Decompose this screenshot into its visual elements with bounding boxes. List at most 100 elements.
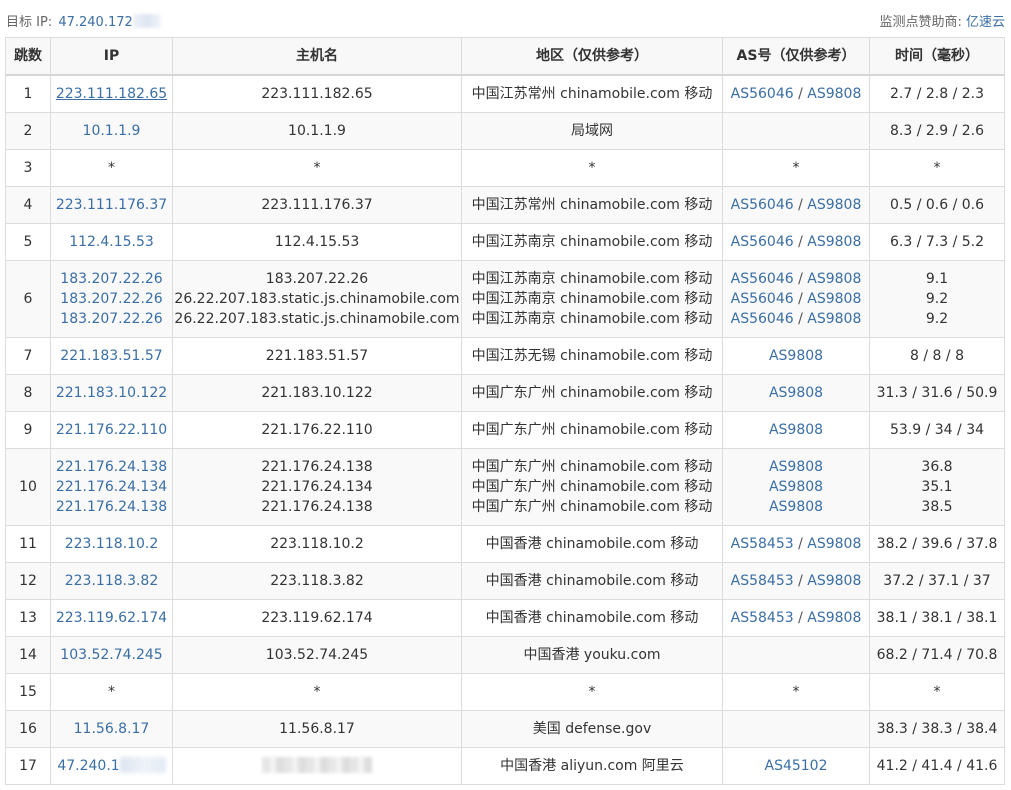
- hostname-text: 223.111.176.37: [261, 196, 373, 213]
- as-link[interactable]: AS9808: [807, 610, 861, 626]
- time-value: 38.1 / 38.1 / 38.1: [876, 609, 998, 626]
- as-cell: AS56046 / AS9808: [722, 74, 870, 113]
- ip-link[interactable]: 183.207.22.26: [60, 271, 162, 287]
- as-link[interactable]: AS45102: [765, 758, 828, 774]
- as-line: [724, 121, 869, 141]
- as-link[interactable]: AS9808: [807, 573, 861, 589]
- time-value: 38.2 / 39.6 / 37.8: [876, 535, 998, 552]
- target-ip-value: 47.240.172: [58, 15, 133, 30]
- ip-link[interactable]: 11.56.8.17: [74, 721, 150, 737]
- hostname-text: 223.118.3.82: [270, 572, 364, 589]
- region-cell: 中国香港 chinamobile.com 移动: [461, 524, 723, 563]
- as-line: AS9808: [724, 457, 869, 477]
- as-link[interactable]: AS9808: [769, 385, 823, 401]
- as-link[interactable]: AS58453: [731, 536, 794, 552]
- as-cell: [722, 635, 870, 674]
- ip-cell: 183.207.22.26 183.207.22.26 183.207.22.26: [50, 259, 173, 338]
- region-text: 中国江苏无锡 chinamobile.com 移动: [471, 347, 713, 364]
- as-link[interactable]: AS56046: [731, 86, 794, 102]
- time-cell: 31.3 / 31.6 / 50.9: [869, 373, 1005, 412]
- table-row: 10 221.176.24.138 221.176.24.134 221.176.24…: [5, 447, 1005, 526]
- region-text: 中国广东广州 chinamobile.com 移动: [471, 458, 713, 475]
- ip-line: 221.183.10.122: [52, 383, 172, 403]
- column-header-hop: 跳数: [5, 37, 51, 76]
- as-link[interactable]: AS56046: [731, 197, 794, 213]
- ip-link[interactable]: 112.4.15.53: [69, 234, 154, 250]
- ip-link[interactable]: 221.176.24.138: [56, 499, 167, 515]
- time-value: 35.1: [921, 478, 953, 495]
- hop-number: 7: [5, 336, 51, 375]
- ip-link[interactable]: 10.1.1.9: [83, 123, 141, 139]
- as-link[interactable]: AS9808: [807, 234, 861, 250]
- table-row: 16 11.56.8.17 11.56.8.17 美国 defense.gov 38.…: [5, 709, 1005, 748]
- as-link[interactable]: AS9808: [769, 422, 823, 438]
- as-separator: /: [793, 290, 808, 307]
- ip-link[interactable]: 221.176.24.138: [56, 459, 167, 475]
- as-link[interactable]: AS56046: [731, 234, 794, 250]
- ip-link[interactable]: 47.240.1: [57, 758, 119, 774]
- as-cell: AS9808: [722, 336, 870, 375]
- hostname-cell: 112.4.15.53: [172, 222, 462, 261]
- region-text: 中国广东广州 chinamobile.com 移动: [471, 384, 713, 401]
- ip-line: 223.111.182.65: [52, 84, 172, 104]
- ip-link[interactable]: 221.176.22.110: [56, 422, 167, 438]
- time-value: 0.5 / 0.6 / 0.6: [889, 196, 985, 213]
- hop-number: 4: [5, 185, 51, 224]
- time-value: 53.9 / 34 / 34: [889, 421, 985, 438]
- as-link[interactable]: AS9808: [807, 271, 861, 287]
- hostname-cell: 221.176.22.110: [172, 410, 462, 449]
- ip-link[interactable]: 221.176.24.134: [56, 479, 167, 495]
- as-line: [724, 645, 869, 665]
- as-link[interactable]: AS58453: [731, 610, 794, 626]
- ip-link[interactable]: 221.183.51.57: [60, 348, 162, 364]
- as-link[interactable]: AS9808: [769, 479, 823, 495]
- ip-cell: 223.118.10.2: [50, 524, 173, 563]
- ip-link[interactable]: 223.118.10.2: [65, 536, 159, 552]
- ip-link[interactable]: 221.183.10.122: [56, 385, 167, 401]
- as-link[interactable]: AS9808: [769, 348, 823, 364]
- sponsor-link[interactable]: 亿速云: [966, 15, 1005, 30]
- ip-link[interactable]: 183.207.22.26: [60, 291, 162, 307]
- ip-link[interactable]: 183.207.22.26: [60, 311, 162, 327]
- hop-number: 6: [5, 259, 51, 338]
- as-link[interactable]: AS58453: [731, 573, 794, 589]
- ip-link[interactable]: 223.118.3.82: [65, 573, 159, 589]
- hop-number: 9: [5, 410, 51, 449]
- as-line: [724, 719, 869, 739]
- as-link[interactable]: AS9808: [807, 311, 861, 327]
- as-link[interactable]: AS9808: [769, 499, 823, 515]
- as-link[interactable]: AS56046: [731, 291, 794, 307]
- as-separator: /: [793, 572, 808, 589]
- as-link[interactable]: AS9808: [769, 459, 823, 475]
- ip-cell: 47.240.1: [50, 746, 173, 785]
- ip-line: 47.240.1: [52, 756, 172, 776]
- ip-line: *: [52, 682, 172, 702]
- as-link[interactable]: AS9808: [807, 86, 861, 102]
- hostname-text: 221.176.24.138: [261, 458, 373, 475]
- ip-link[interactable]: 223.119.62.174: [56, 610, 167, 626]
- ip-link[interactable]: 103.52.74.245: [60, 647, 162, 663]
- time-cell: 6.3 / 7.3 / 5.2: [869, 222, 1005, 261]
- hostname-text: 10.1.1.9: [288, 122, 346, 139]
- ip-link[interactable]: 223.111.182.65: [56, 86, 167, 102]
- as-link[interactable]: AS9808: [807, 291, 861, 307]
- time-cell: 68.2 / 71.4 / 70.8: [869, 635, 1005, 674]
- as-cell: [722, 111, 870, 150]
- ip-cell: 221.183.51.57: [50, 336, 173, 375]
- hostname-text: 11.56.8.17: [279, 720, 355, 737]
- ip-line: 223.118.10.2: [52, 534, 172, 554]
- as-link[interactable]: AS9808: [807, 197, 861, 213]
- time-value: *: [933, 159, 941, 176]
- as-line: AS58453 / AS9808: [724, 608, 869, 628]
- as-link[interactable]: AS56046: [731, 271, 794, 287]
- as-cell: AS56046 / AS9808 AS56046 / AS9808 AS56046 …: [722, 259, 870, 338]
- as-link[interactable]: AS56046: [731, 311, 794, 327]
- hop-number: 16: [5, 709, 51, 748]
- time-cell: 0.5 / 0.6 / 0.6: [869, 185, 1005, 224]
- hostname-cell: 221.176.24.138 221.176.24.134 221.176.24.1…: [172, 447, 462, 526]
- as-link[interactable]: AS9808: [807, 536, 861, 552]
- ip-link[interactable]: 223.111.176.37: [56, 197, 167, 213]
- time-value: 9.2: [925, 310, 949, 327]
- as-cell: AS58453 / AS9808: [722, 524, 870, 563]
- time-value: 68.2 / 71.4 / 70.8: [876, 646, 998, 663]
